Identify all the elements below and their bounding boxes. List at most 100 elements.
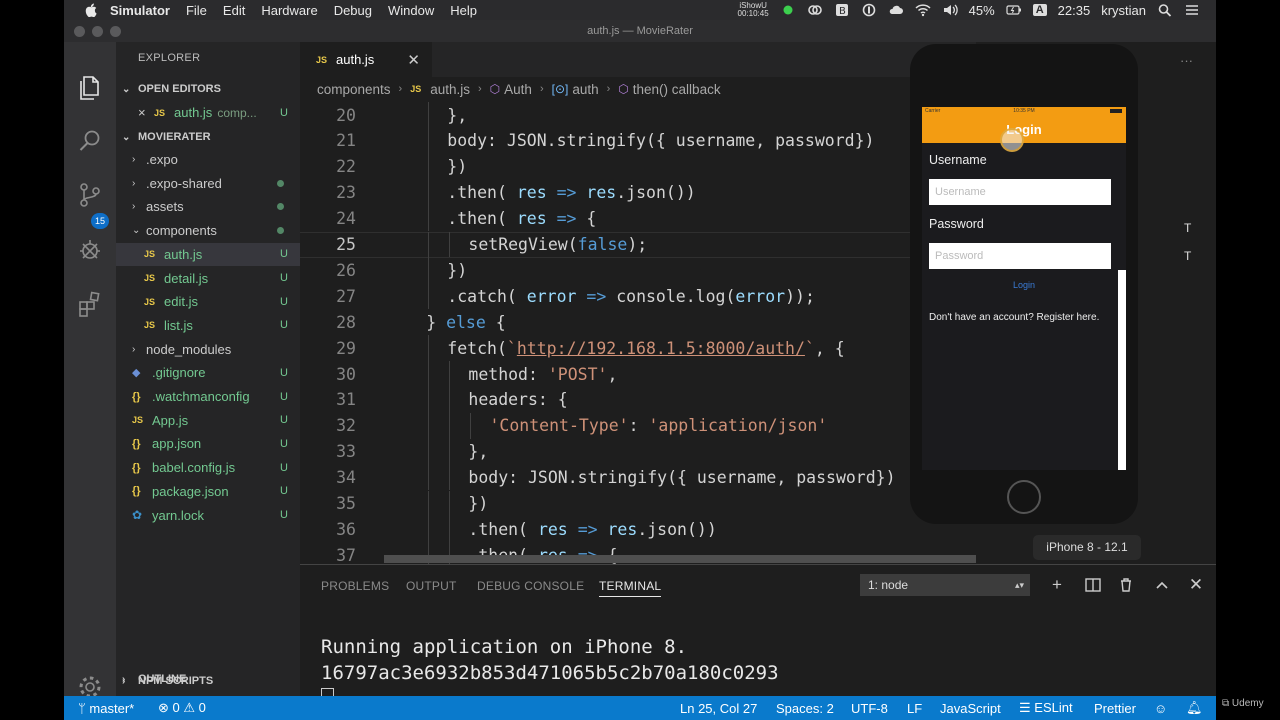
tab-close-icon[interactable]: ✕ xyxy=(407,51,420,69)
tree-item[interactable]: JS auth.js U xyxy=(116,242,300,266)
problems-indicator[interactable]: ⊗ 0 ⚠ 0 xyxy=(158,700,206,716)
panel-tab-debug-console[interactable]: DEBUG CONSOLE xyxy=(477,579,584,593)
input-source-badge[interactable]: A xyxy=(1032,4,1047,16)
sim-username-input[interactable]: Username xyxy=(929,179,1111,205)
notifications-bell-icon[interactable]: 🔔︎ xyxy=(1186,700,1203,716)
tree-item[interactable]: {} babel.config.js U xyxy=(116,456,300,479)
indentation[interactable]: Spaces: 2 xyxy=(776,701,834,716)
npm-scripts-section[interactable]: › NPM SCRIPTS xyxy=(116,670,300,692)
trash-icon[interactable] xyxy=(1115,574,1137,596)
tree-item[interactable]: ✿ yarn.lock U xyxy=(116,504,300,527)
menu-simulator[interactable]: Simulator xyxy=(110,3,170,18)
breadcrumb-method[interactable]: auth xyxy=(572,82,598,97)
code-line[interactable]: 27 .catch( error => console.log(error)); xyxy=(300,283,976,309)
code-line[interactable]: 36 .then( res => res.json()) xyxy=(300,516,976,542)
code-line[interactable]: 32 'Content-Type': 'application/json' xyxy=(300,413,976,439)
apple-icon[interactable] xyxy=(82,3,100,18)
open-editor-item[interactable]: × JS auth.js comp... U xyxy=(116,101,300,124)
menu-window[interactable]: Window xyxy=(388,3,434,18)
git-branch[interactable]: ᛘ master* xyxy=(78,701,134,716)
volume-icon[interactable] xyxy=(942,3,958,17)
cursor-position[interactable]: Ln 25, Col 27 xyxy=(680,701,757,716)
wifi-icon[interactable] xyxy=(915,3,931,17)
tree-item[interactable]: › .expo xyxy=(116,148,300,171)
explorer-icon[interactable] xyxy=(75,72,105,102)
code-line[interactable]: 21 body: JSON.stringify({ username, passw… xyxy=(300,128,976,154)
menu-help[interactable]: Help xyxy=(450,3,477,18)
minimize-window-button[interactable] xyxy=(92,26,103,37)
code-line[interactable]: 26}) xyxy=(300,257,976,283)
record-dot-icon[interactable] xyxy=(780,3,796,17)
tree-item[interactable]: ⌄ components xyxy=(116,219,300,242)
code-editor[interactable]: 20}, 21 body: JSON.stringify({ username, p… xyxy=(300,102,976,564)
search-icon[interactable] xyxy=(75,126,105,156)
menu-user[interactable]: krystian xyxy=(1101,3,1146,18)
ishowu-indicator[interactable]: iShowU 00:10:45 xyxy=(738,2,769,18)
new-terminal-icon[interactable]: + xyxy=(1046,574,1068,596)
tree-item[interactable]: ◆ .gitignore U xyxy=(116,361,300,384)
close-icon[interactable]: × xyxy=(138,105,154,120)
menu-file[interactable]: File xyxy=(186,3,207,18)
menu-list-icon[interactable] xyxy=(1184,3,1200,17)
code-line[interactable]: 30 method: 'POST', xyxy=(300,361,976,387)
open-editors-section[interactable]: ⌄ OPEN EDITORS xyxy=(116,78,300,100)
code-line[interactable]: 24 .then( res => { xyxy=(300,206,976,232)
tree-item[interactable]: › node_modules xyxy=(116,338,300,361)
tree-item[interactable]: {} .watchmanconfig U xyxy=(116,385,300,408)
sim-home-button[interactable] xyxy=(1007,480,1041,514)
cloud-icon[interactable] xyxy=(888,3,904,17)
code-line[interactable]: 22}) xyxy=(300,154,976,180)
close-window-button[interactable] xyxy=(74,26,85,37)
sim-password-input[interactable]: Password xyxy=(929,243,1111,269)
more-actions-icon[interactable]: ··· xyxy=(1180,53,1193,68)
feedback-smiley-icon[interactable]: ☺ xyxy=(1154,701,1167,716)
tree-item[interactable]: JS list.js U xyxy=(116,314,300,337)
menu-debug[interactable]: Debug xyxy=(334,3,372,18)
language-mode[interactable]: JavaScript xyxy=(940,701,1001,716)
b-app-icon[interactable]: B xyxy=(834,3,850,17)
simulator-screen[interactable]: Carrier 10:35 PM Login Username Username… xyxy=(922,107,1126,470)
breadcrumb-callback[interactable]: then() callback xyxy=(633,82,721,97)
breadcrumb-class[interactable]: Auth xyxy=(504,82,532,97)
split-terminal-icon[interactable] xyxy=(1082,574,1104,596)
tab-auth-js[interactable]: JS auth.js ✕ xyxy=(300,42,432,77)
zoom-window-button[interactable] xyxy=(110,26,121,37)
terminal-select[interactable]: 1: node ▴▾ xyxy=(860,574,1030,596)
tree-item[interactable]: {} package.json U xyxy=(116,480,300,503)
sim-login-button[interactable]: Login xyxy=(922,280,1126,290)
breadcrumb-file[interactable]: auth.js xyxy=(430,82,470,97)
code-line[interactable]: 34 body: JSON.stringify({ username, passw… xyxy=(300,465,976,491)
tree-item[interactable]: JS App.js U xyxy=(116,409,300,432)
battery-icon[interactable] xyxy=(1006,3,1022,17)
tree-item[interactable]: › .expo-shared xyxy=(116,172,300,195)
encoding[interactable]: UTF-8 xyxy=(851,701,888,716)
code-line[interactable]: 31 headers: { xyxy=(300,387,976,413)
tree-item[interactable]: {} app.json U xyxy=(116,432,300,455)
tree-item[interactable]: › assets xyxy=(116,195,300,218)
eslint-status[interactable]: ☰ ESLint xyxy=(1019,700,1073,716)
sim-register-link[interactable]: Don't have an account? Register here. xyxy=(929,312,1099,323)
menu-clock[interactable]: 22:35 xyxy=(1058,3,1091,18)
debug-icon[interactable] xyxy=(75,235,105,265)
menu-edit[interactable]: Edit xyxy=(223,3,245,18)
tree-item[interactable]: JS detail.js U xyxy=(116,267,300,290)
tree-item[interactable]: JS edit.js U xyxy=(116,290,300,313)
code-line[interactable]: 28} else { xyxy=(300,309,976,335)
breadcrumb-folder[interactable]: components xyxy=(317,82,391,97)
source-control-icon[interactable] xyxy=(75,180,105,210)
maximize-panel-icon[interactable] xyxy=(1151,574,1173,596)
panel-tab-problems[interactable]: PROBLEMS xyxy=(321,579,389,593)
close-panel-icon[interactable]: ✕ xyxy=(1185,574,1207,596)
spotlight-search-icon[interactable] xyxy=(1157,3,1173,17)
code-line[interactable]: 20}, xyxy=(300,102,976,128)
panel-tab-terminal[interactable]: TERMINAL xyxy=(599,579,662,597)
code-line[interactable]: 35}) xyxy=(300,491,976,517)
line-ending[interactable]: LF xyxy=(907,701,922,716)
code-line[interactable]: 23 .then( res => res.json()) xyxy=(300,180,976,206)
code-line[interactable]: 25 setRegView(false); xyxy=(300,231,976,258)
panel-tab-output[interactable]: OUTPUT xyxy=(406,579,457,593)
extensions-icon[interactable] xyxy=(75,289,105,319)
menu-hardware[interactable]: Hardware xyxy=(261,3,317,18)
project-section[interactable]: ⌄ MOVIERATER xyxy=(116,126,300,148)
code-line[interactable]: 29 fetch(`http://192.168.1.5:8000/auth/`,… xyxy=(300,335,976,361)
